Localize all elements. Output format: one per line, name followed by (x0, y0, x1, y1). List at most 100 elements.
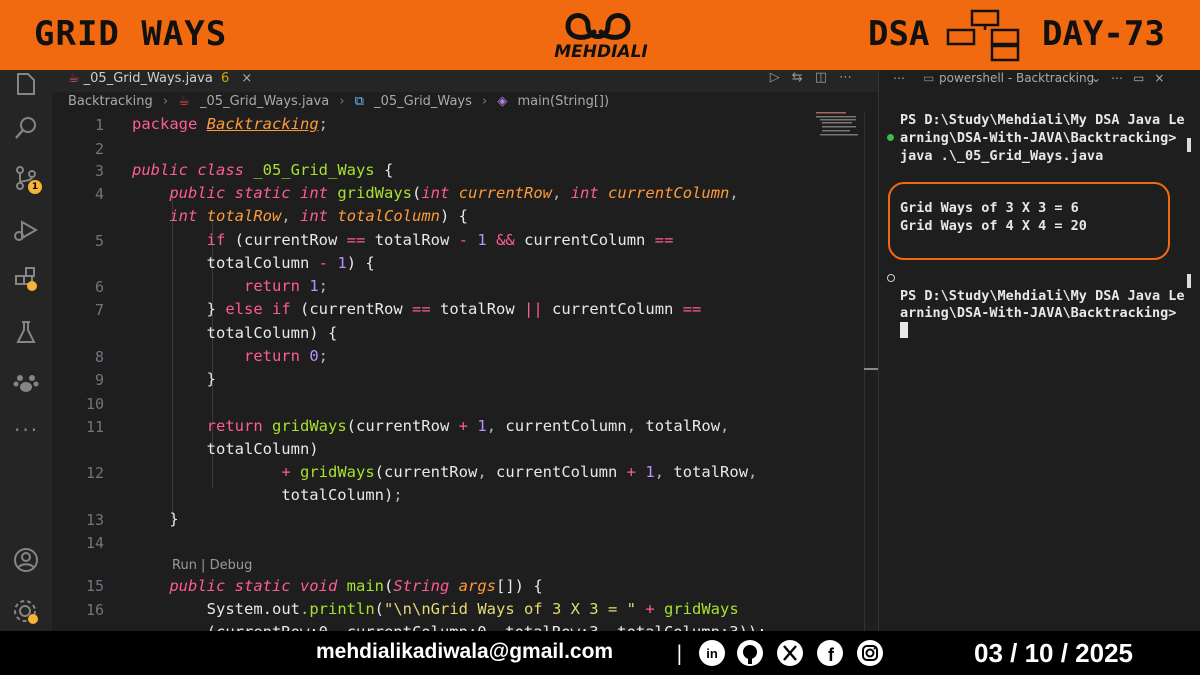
code-line: public static void main(String args[]) { (169, 577, 543, 595)
code-line: if (currentRow == totalRow - 1 && curren… (206, 231, 674, 249)
terminal-prompt: PS D:\Study\Mehdiali\My DSA Java Le (900, 112, 1185, 128)
testing-icon[interactable] (12, 318, 40, 346)
code-line: totalColumn) (206, 440, 319, 458)
terminal-prompt: arning\DSA-With-JAVA\Backtracking> (900, 130, 1177, 146)
breadcrumb-file[interactable]: _05_Grid_Ways.java (200, 94, 329, 109)
paw-icon[interactable] (12, 368, 40, 396)
svg-text:in: in (706, 646, 718, 661)
dsa-label: DSA (868, 14, 930, 54)
scroll-mark (1187, 138, 1191, 152)
chevron-right-icon: › (339, 94, 345, 109)
scroll-indicator (864, 368, 878, 370)
code-line: (currentRow:0, currentColumn:0, totalRow… (132, 623, 767, 631)
scm-badge: 1 (28, 180, 42, 194)
code-line: return 1; (243, 277, 329, 295)
tab-problem-count: 6 (220, 71, 230, 86)
logo-mark-icon (565, 13, 631, 40)
line-number: 6 (94, 278, 104, 296)
explorer-icon[interactable] (12, 70, 40, 98)
code-line: return gridWays(currentRow + 1, currentC… (206, 417, 730, 435)
logo-text: MEHDIALI (554, 42, 648, 62)
breadcrumb-method[interactable]: main(String[]) (518, 94, 610, 109)
instagram-icon[interactable] (856, 639, 884, 667)
terminal-header: ⋯ ▭ powershell - Backtracking ⌄⋯▭× (878, 70, 1200, 92)
contact-email[interactable]: mehdialikadiwala@gmail.com (316, 640, 613, 664)
extensions-icon[interactable] (12, 266, 40, 294)
java-file-icon: ☕ (178, 94, 190, 109)
terminal-prompt: arning\DSA-With-JAVA\Backtracking> (900, 305, 1177, 321)
search-icon[interactable] (12, 114, 40, 142)
line-number: 15 (85, 577, 104, 595)
terminal-output: Grid Ways of 3 X 3 = 6 (900, 200, 1079, 216)
code-editor[interactable]: 1 2 3 4 5 6 7 8 9 10 11 12 13 14 15 16 p… (52, 112, 878, 631)
method-icon: ◈ (497, 94, 508, 109)
code-line: totalColumn) { (206, 324, 338, 342)
day-label: DAY-73 (1042, 14, 1165, 54)
chevron-right-icon: › (482, 94, 488, 109)
terminal-icon: ▭ (923, 71, 935, 85)
code-line: int totalRow, int totalColumn) { (169, 207, 469, 225)
split-editor-icon[interactable]: ◫ (815, 70, 839, 85)
code-line: totalColumn - 1) { (206, 254, 375, 272)
idle-dot-icon (887, 274, 895, 282)
line-number: 3 (94, 162, 104, 180)
close-icon[interactable]: × (241, 71, 252, 86)
line-number: 9 (94, 371, 104, 389)
terminal-tab-label[interactable]: powershell - Backtracking (939, 70, 1094, 86)
account-icon[interactable] (12, 546, 40, 574)
line-number: 16 (85, 601, 104, 619)
linkedin-icon[interactable]: in (698, 639, 726, 667)
code-line: } else if (currentRow == totalRow || cur… (206, 300, 702, 318)
top-banner: GRID WAYS MEHDIALI DSA DAY-73 (0, 0, 1200, 70)
more-icon[interactable]: ··· (14, 418, 39, 442)
code-line: } (206, 370, 216, 388)
run-debug-icon[interactable] (12, 216, 40, 244)
x-icon[interactable] (776, 639, 804, 667)
banner-title: GRID WAYS (34, 14, 228, 54)
breadcrumb: Backtracking › ☕ _05_Grid_Ways.java › ⧉ … (52, 92, 878, 112)
line-number: 4 (94, 185, 104, 203)
line-number: 14 (85, 534, 104, 552)
chevron-right-icon: › (162, 94, 169, 109)
more-icon[interactable]: ⋯ (893, 70, 905, 86)
terminal-cursor (900, 322, 908, 338)
line-number: 5 (94, 232, 104, 250)
github-icon[interactable] (736, 639, 764, 667)
line-number: 11 (85, 418, 104, 436)
compare-icon[interactable]: ⇆ (792, 70, 815, 85)
terminal-prompt: PS D:\Study\Mehdiali\My DSA Java Le (900, 288, 1185, 304)
terminal-output: Grid Ways of 4 X 4 = 20 (900, 218, 1087, 234)
more-actions-icon[interactable]: ⋯ (839, 70, 864, 85)
codelens-run-debug[interactable]: Run | Debug (172, 558, 252, 573)
editor-scrollbar[interactable] (864, 112, 865, 631)
tree-diagram-icon (946, 9, 1020, 62)
code-line: + gridWays(currentRow, currentColumn + 1… (281, 463, 758, 481)
tab-label: _05_Grid_Ways.java (83, 71, 213, 86)
class-icon: ⧉ (354, 94, 364, 109)
breadcrumb-class[interactable]: _05_Grid_Ways (374, 94, 472, 109)
post-date: 03 / 10 / 2025 (974, 638, 1134, 668)
line-number: 13 (85, 511, 104, 529)
code-line: return 0; (243, 347, 329, 365)
breadcrumb-folder[interactable]: Backtracking (68, 94, 153, 109)
run-icon[interactable]: ▷ (770, 70, 792, 85)
settings-icon[interactable] (12, 598, 40, 626)
tab-grid-ways-java[interactable]: ☕ _05_Grid_Ways.java 6 × (60, 70, 260, 92)
separator: | (676, 641, 683, 665)
editor-tab-bar: ☕ _05_Grid_Ways.java 6 × ▷⇆◫⋯ (52, 70, 878, 92)
terminal-panel[interactable]: PS D:\Study\Mehdiali\My DSA Java Le arni… (878, 92, 1200, 631)
code-line: public static int gridWays(int currentRo… (169, 184, 739, 202)
code-line: System.out.println("\n\nGrid Ways of 3 X… (206, 600, 739, 618)
brand-logo: MEHDIALI (546, 4, 656, 66)
java-file-icon: ☕ (68, 71, 80, 86)
activity-bar: 1 ··· (0, 70, 52, 631)
success-dot-icon (887, 134, 894, 141)
facebook-icon[interactable]: f (816, 639, 844, 667)
svg-text:f: f (828, 645, 835, 665)
code-line: totalColumn); (281, 486, 403, 504)
code-line: public class _05_Grid_Ways { (132, 161, 394, 179)
terminal-actions[interactable]: ⌄⋯▭× (1091, 70, 1174, 86)
minimap[interactable] (816, 112, 860, 142)
terminal-command: java .\_05_Grid_Ways.java (900, 148, 1104, 164)
line-number: 8 (94, 348, 104, 366)
